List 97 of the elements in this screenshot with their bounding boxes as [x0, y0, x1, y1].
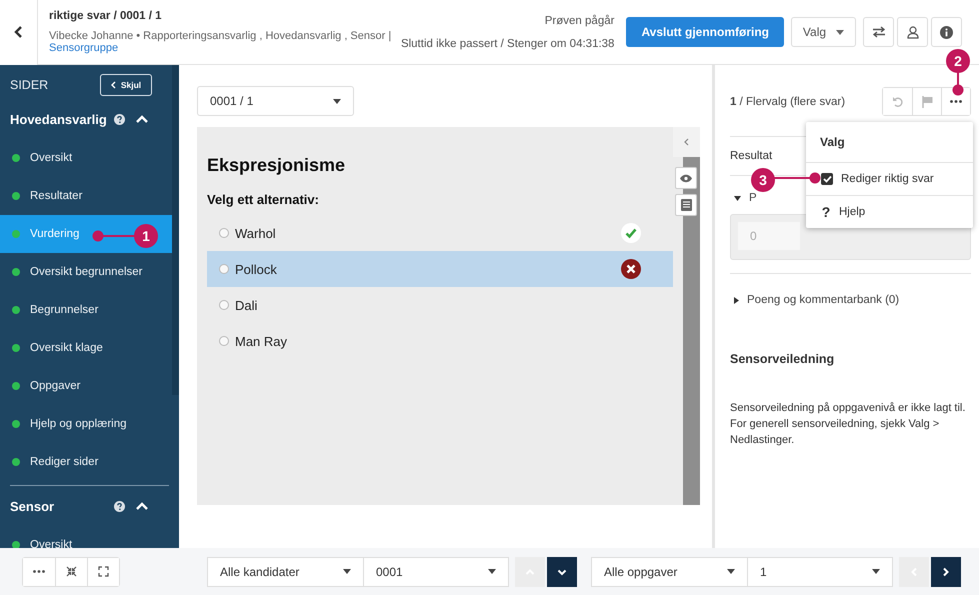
collapse-icon[interactable]	[136, 115, 148, 123]
status-dot	[12, 458, 20, 466]
checkbox[interactable]	[821, 173, 833, 185]
step-badge: 3	[751, 168, 775, 192]
group-title: Sensor	[10, 498, 56, 514]
answer-option[interactable]: Pollock	[207, 251, 673, 287]
chevron-left-icon	[110, 81, 116, 89]
sidebar-item[interactable]: Hjelp og opplæring	[0, 405, 172, 443]
shrink-button[interactable]	[55, 558, 87, 586]
chevron-right-icon	[941, 566, 951, 576]
result-label: Resultat	[730, 150, 772, 162]
sidebar-item[interactable]: Oppgaver	[0, 367, 172, 405]
group-link[interactable]: Sensorgruppe	[49, 42, 401, 54]
more-icon	[950, 100, 962, 103]
status-dot	[12, 192, 20, 200]
question-prompt: Velg ett alternativ:	[207, 192, 320, 207]
deadline-text: Sluttid ikke passert / Stenger om 04:31:38	[400, 38, 614, 50]
sidebar-item[interactable]: Begrunnelser	[0, 291, 172, 329]
flag-icon	[922, 96, 932, 108]
task-type: 1 / Flervalg (flere svar)	[730, 96, 846, 108]
options-dropdown[interactable]: Valg	[791, 17, 856, 47]
caret-icon	[727, 569, 735, 574]
document-icon	[680, 199, 692, 211]
leader-line	[92, 230, 136, 242]
user-roles: Vibecke Johanne • Rapporteringsansvarlig , Hovedansvarlig , Sensor |	[49, 30, 392, 42]
answer-option[interactable]: Warhol	[207, 215, 673, 251]
menu-item[interactable]: ? Hjelp	[806, 196, 973, 228]
value-dropdown[interactable]: 1	[748, 556, 893, 586]
leader-line	[952, 70, 964, 96]
filter-dropdown[interactable]: Alle oppgaver	[591, 556, 748, 586]
status-dot	[12, 268, 20, 276]
chevron-left-icon	[684, 138, 689, 146]
fullscreen-icon	[98, 566, 109, 577]
more-button[interactable]	[941, 88, 970, 115]
help-icon: ?	[821, 204, 831, 220]
status-dot	[12, 344, 20, 352]
guide-text: Sensorveiledning på oppgavenivå er ikke lagt til. For generell sensorveiledning, sjekk Valg > Nedlastinger.	[730, 401, 966, 448]
info-icon	[940, 26, 953, 38]
status-dot	[12, 420, 20, 428]
question-title: Ekspresjonisme	[207, 155, 346, 176]
status-dot	[12, 382, 20, 390]
caret-icon	[872, 569, 880, 574]
help-icon[interactable]	[114, 114, 125, 124]
notes-button[interactable]	[675, 194, 697, 216]
caret-right-icon	[734, 296, 739, 304]
sidebar-item[interactable]: Oversikt klage	[0, 329, 172, 367]
caret-icon	[488, 569, 496, 574]
info-button[interactable]	[931, 17, 962, 47]
radio-button[interactable]	[219, 264, 229, 274]
group-title: Hovedansvarlig	[10, 112, 108, 126]
next-button[interactable]	[547, 556, 577, 586]
step-badge: 2	[946, 49, 970, 73]
more-icon	[33, 570, 45, 573]
sidebar-item[interactable]: Oversikt begrunnelser	[0, 253, 172, 291]
fullscreen-button[interactable]	[87, 558, 119, 586]
sidebar-item[interactable]: Resultater	[0, 177, 172, 215]
status-dot	[12, 306, 20, 314]
points-label: P	[749, 192, 757, 204]
caret-icon	[333, 98, 341, 104]
answer-option[interactable]: Man Ray	[207, 323, 673, 359]
radio-button[interactable]	[219, 336, 229, 346]
status-text: Prøven pågår	[544, 14, 614, 26]
value-dropdown[interactable]: 0001	[364, 556, 509, 586]
radio-button[interactable]	[219, 300, 229, 310]
status-dot	[12, 541, 20, 548]
finish-button[interactable]: Avslutt gjennomføring	[626, 17, 784, 47]
swap-button[interactable]	[863, 17, 894, 47]
leader-line	[772, 172, 821, 184]
page-title: riktige svar / 0001 / 1	[49, 10, 163, 22]
caret-down-icon	[734, 196, 741, 200]
preview-button[interactable]	[675, 167, 697, 189]
hide-button[interactable]: Skjul	[100, 74, 152, 96]
shrink-icon	[66, 566, 77, 577]
radio-button[interactable]	[219, 228, 229, 238]
swap-icon	[872, 26, 886, 38]
back-icon	[14, 26, 24, 38]
status-dot	[12, 230, 20, 238]
caret-icon	[343, 569, 351, 574]
filter-dropdown[interactable]: Alle kandidater	[207, 556, 364, 586]
sidebar-title: SIDER	[10, 78, 48, 92]
help-icon[interactable]	[114, 500, 125, 512]
scrollbar[interactable]	[172, 65, 179, 395]
task-dropdown[interactable]: 0001 / 1	[197, 86, 354, 116]
sidebar-item[interactable]: Rediger sider	[0, 443, 172, 481]
next-button[interactable]	[931, 556, 961, 586]
caret-icon	[836, 30, 844, 34]
undo-icon	[892, 96, 904, 108]
comment-bank-toggle[interactable]: Poeng og kommentarbank (0)	[747, 294, 900, 306]
user-button[interactable]	[897, 17, 928, 47]
guide-title: Sensorveiledning	[730, 352, 836, 366]
answer-option[interactable]: Dali	[207, 287, 673, 323]
status-dot	[12, 154, 20, 162]
sidebar-item[interactable]: Oversikt	[0, 139, 172, 177]
eye-icon	[679, 174, 693, 182]
menu-title: Valg	[806, 122, 973, 163]
collapse-icon[interactable]	[136, 502, 148, 510]
user-icon	[906, 26, 918, 38]
